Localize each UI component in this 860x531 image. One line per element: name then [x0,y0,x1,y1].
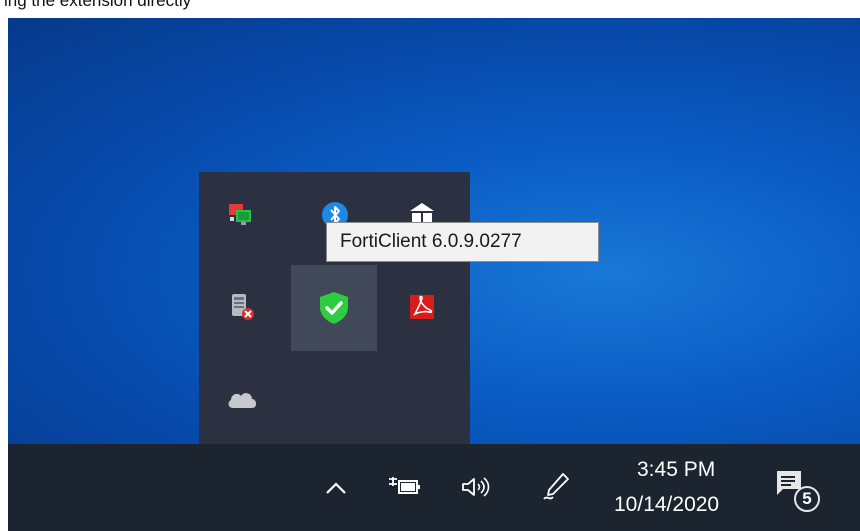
volume-button[interactable] [454,470,498,504]
clock-button[interactable]: 3:45 PM 10/14/2020 [606,444,726,531]
power-plug-icon [389,477,420,494]
pen-icon [543,473,569,500]
tooltip-text: FortiClient 6.0.9.0277 [340,231,522,252]
notification-count-badge: 5 [794,486,820,512]
tray-item-disabled-device[interactable] [199,264,285,350]
tray-item-onedrive[interactable] [199,356,285,442]
taskbar: 3:45 PM 10/14/2020 5 [8,444,860,531]
show-hidden-icons-button[interactable] [316,472,356,504]
windows-ink-button[interactable] [536,468,576,506]
volume-icon [462,477,490,497]
power-status-button[interactable] [382,470,426,504]
action-center-button[interactable]: 5 [770,464,820,514]
onedrive-cloud-icon [228,393,257,408]
tooltip: FortiClient 6.0.9.0277 [326,222,599,262]
tray-item-adobe-acrobat[interactable] [379,264,465,350]
clock-date: 10/14/2020 [614,493,720,516]
display-switch-icon [229,204,251,225]
adobe-acrobat-icon [410,295,434,319]
caption-strip: ing the extension directly [0,0,860,18]
notification-count: 5 [802,489,812,508]
forticlient-shield-icon [320,292,348,324]
caption-text: ing the extension directly [4,0,192,10]
disabled-device-icon [232,294,254,320]
tray-overflow-flyout [199,172,470,444]
chevron-up-icon [326,482,346,494]
tray-item-forticlient[interactable] [291,265,377,351]
clock-time: 3:45 PM [637,458,716,481]
tray-item-display-switch[interactable] [199,172,285,258]
